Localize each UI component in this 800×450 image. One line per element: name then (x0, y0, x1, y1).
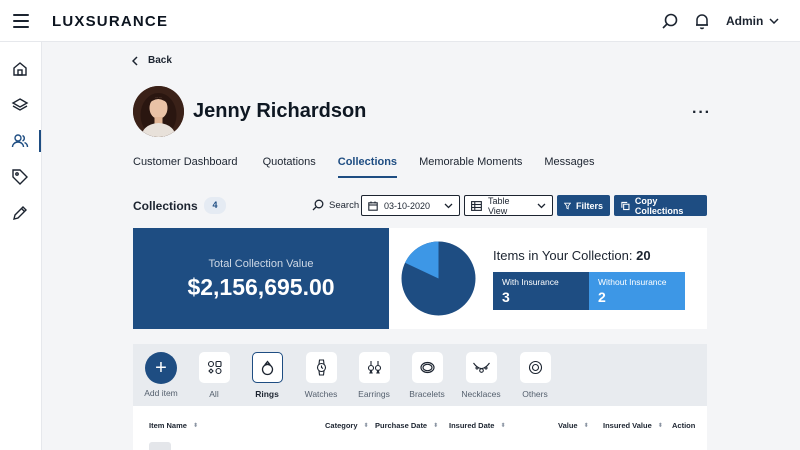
without-insurance-value: 2 (598, 289, 606, 305)
category-bracelets[interactable]: Bracelets (396, 352, 458, 399)
chevron-down-icon (444, 203, 453, 208)
without-insurance-box: Without Insurance 2 (589, 272, 685, 310)
tab-memorable-moments[interactable]: Memorable Moments (419, 156, 522, 178)
filters-label: Filters (575, 200, 603, 211)
category-label: Rings (255, 389, 279, 399)
category-bar: + Add item All Rings Watches Earrings Br… (133, 344, 707, 406)
category-label: Necklaces (461, 389, 501, 399)
view-value: Table View (487, 195, 510, 216)
profile-name: Jenny Richardson (193, 100, 367, 122)
bracelet-icon (411, 352, 443, 383)
total-value-amount: $2,156,695.00 (187, 274, 335, 300)
items-heading: Items in Your Collection: 20 (493, 248, 651, 263)
column-header-purchase-date[interactable]: Purchase Date ⬍ (375, 421, 438, 430)
calendar-icon (368, 201, 378, 211)
tab-collections[interactable]: Collections (337, 156, 398, 178)
ring-icon (251, 352, 283, 383)
with-insurance-value: 3 (502, 289, 510, 305)
date-value: 03-10-2020 (384, 200, 431, 211)
tab-customer-dashboard[interactable]: Customer Dashboard (133, 156, 238, 178)
necklace-icon (465, 352, 497, 383)
tab-bar: Customer Dashboard Quotations Collection… (133, 156, 595, 178)
gem-icon (519, 352, 551, 383)
copy-collections-button[interactable]: Copy Collections (614, 195, 707, 216)
tab-messages[interactable]: Messages (544, 156, 594, 178)
category-necklaces[interactable]: Necklaces (450, 352, 512, 399)
with-insurance-box: With Insurance 3 (493, 272, 589, 310)
watch-icon (305, 352, 337, 383)
sidebar (0, 42, 42, 450)
sidebar-active-indicator (39, 130, 41, 152)
items-label: Items in Your Collection: (493, 248, 633, 263)
sort-icon: ⬍ (657, 422, 663, 429)
without-insurance-label: Without Insurance (598, 277, 667, 287)
items-count: 20 (636, 248, 651, 263)
total-value-card: Total Collection Value $2,156,695.00 (133, 228, 389, 329)
top-bar: LUXSURANCE Admin (0, 0, 800, 42)
bell-icon[interactable] (693, 12, 711, 30)
users-icon[interactable] (11, 132, 29, 150)
tab-quotations[interactable]: Quotations (263, 156, 316, 178)
sort-icon: ⬍ (433, 422, 439, 429)
collections-table: Item Name ⬍ Category ⬍ Purchase Date ⬍ Insu… (133, 406, 707, 450)
copy-icon (621, 201, 630, 210)
earring-icon (358, 352, 390, 383)
user-menu[interactable]: Admin (726, 14, 779, 28)
logo: LUXSURANCE (52, 13, 169, 30)
tag-icon[interactable] (11, 168, 29, 186)
plus-icon: + (145, 352, 177, 384)
with-insurance-label: With Insurance (502, 277, 559, 287)
pencil-icon[interactable] (11, 204, 29, 222)
sort-icon: ⬍ (363, 422, 369, 429)
chevron-left-icon (132, 55, 138, 66)
category-rings[interactable]: Rings (236, 352, 298, 399)
column-header-action: Action (672, 421, 696, 430)
section-title: Collections (133, 199, 198, 213)
sort-icon: ⬍ (500, 422, 506, 429)
count-badge: 4 (204, 197, 226, 214)
column-header-value[interactable]: Value ⬍ (558, 421, 589, 430)
search-label: Search (329, 199, 360, 211)
search-button[interactable]: Search (312, 199, 359, 211)
category-label: Others (522, 389, 548, 399)
menu-icon[interactable] (13, 14, 29, 28)
copy-collections-label: Copy Collections (634, 195, 684, 216)
total-value-label: Total Collection Value (208, 258, 314, 270)
column-header-insured-date[interactable]: Insured Date ⬍ (449, 421, 505, 430)
filter-icon (564, 202, 571, 209)
item-thumbnail (149, 442, 171, 450)
chevron-down-icon (537, 203, 546, 208)
table-icon (471, 200, 482, 211)
search-icon (312, 199, 324, 211)
column-header-insured-value[interactable]: Insured Value ⬍ (603, 421, 663, 430)
more-options-button[interactable]: ··· (692, 104, 711, 122)
avatar (133, 86, 184, 137)
back-label: Back (148, 55, 172, 66)
filters-button[interactable]: Filters (557, 195, 610, 216)
sort-icon: ⬍ (192, 422, 198, 429)
view-select[interactable]: Table View (464, 195, 553, 216)
home-icon[interactable] (11, 60, 29, 78)
sort-icon: ⬍ (583, 422, 589, 429)
all-items-icon (198, 352, 230, 383)
category-label: Bracelets (409, 389, 445, 399)
category-others[interactable]: Others (504, 352, 566, 399)
items-card: Items in Your Collection: 20 With Insura… (389, 228, 707, 329)
insurance-pie-chart (401, 241, 476, 316)
back-button[interactable]: Back (132, 55, 172, 66)
column-header-item-name[interactable]: Item Name ⬍ (149, 421, 198, 430)
date-picker[interactable]: 03-10-2020 (361, 195, 460, 216)
search-icon[interactable] (661, 12, 679, 30)
user-name: Admin (726, 14, 764, 28)
layers-icon[interactable] (11, 96, 29, 114)
chevron-down-icon (769, 18, 779, 24)
column-header-category[interactable]: Category ⬍ (325, 421, 369, 430)
